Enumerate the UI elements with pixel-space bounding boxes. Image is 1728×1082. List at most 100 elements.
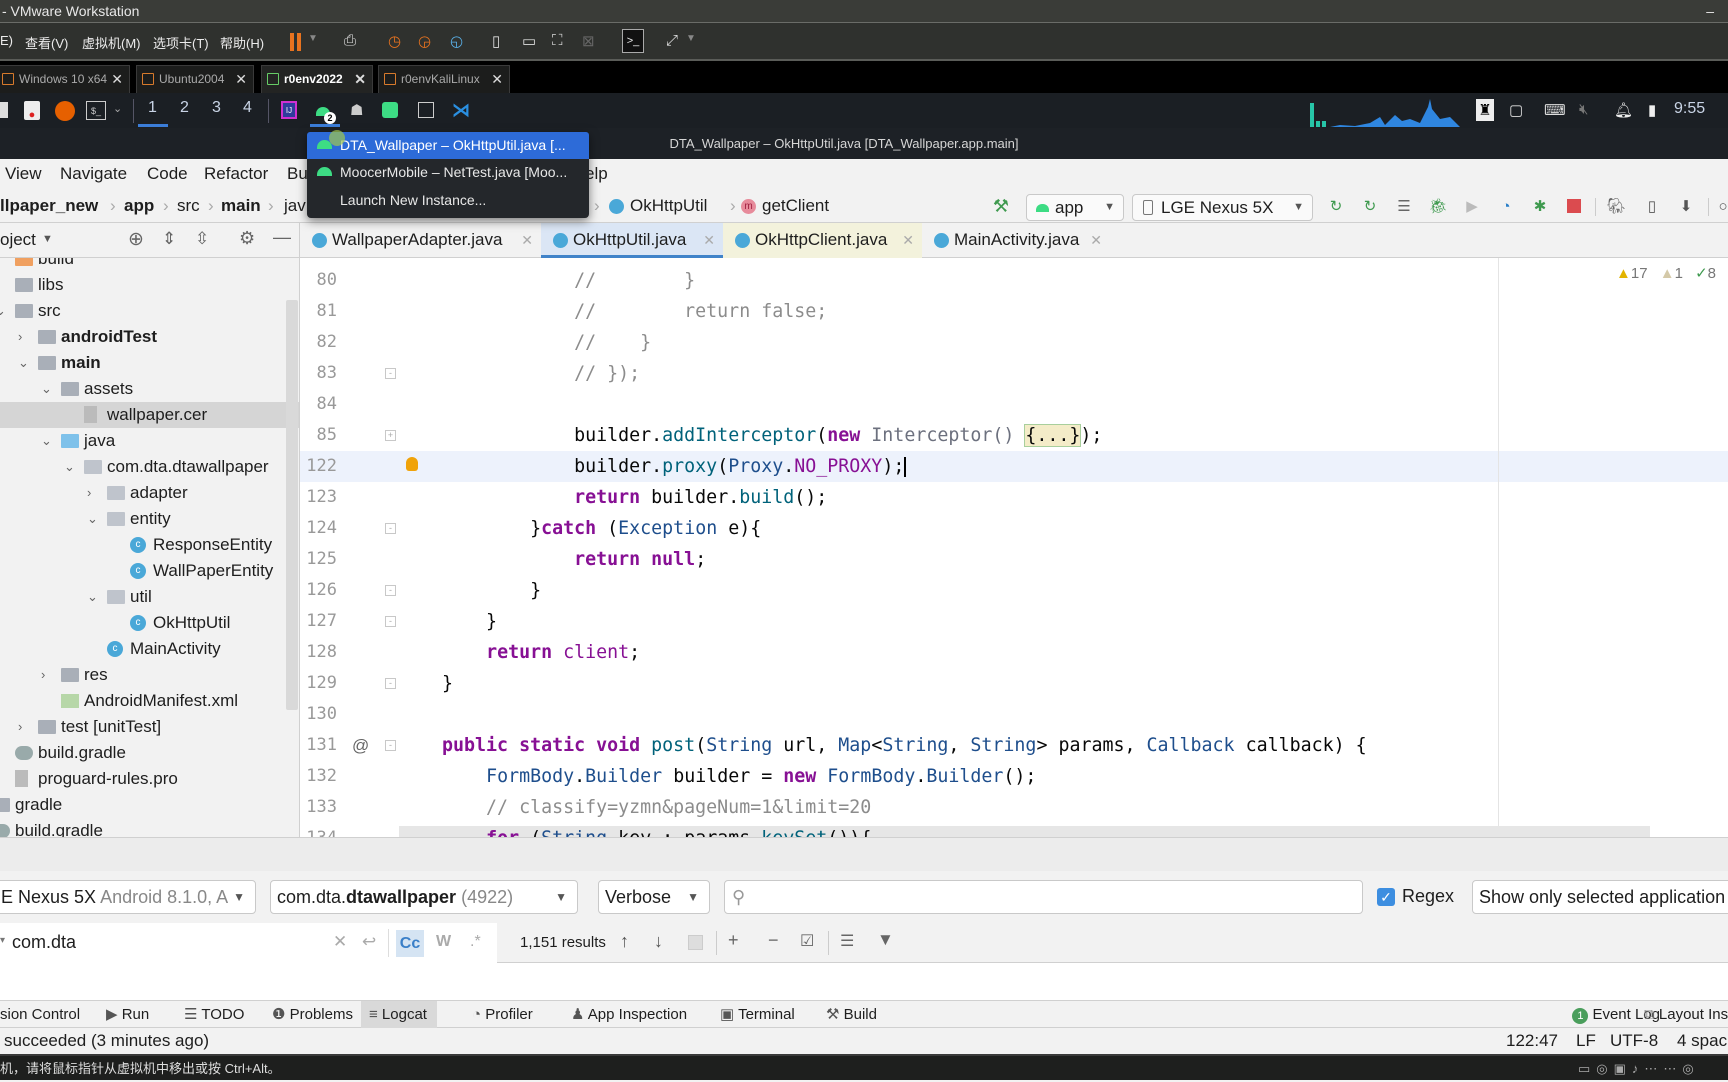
unity-icon[interactable]: ⊠ xyxy=(582,32,595,50)
revert-snapshot-icon[interactable]: ◶ xyxy=(418,32,431,50)
fold-collapse-icon[interactable]: - xyxy=(385,616,396,627)
line-number[interactable]: 84 xyxy=(300,389,337,420)
show-filter-popup-icon[interactable]: ☰ xyxy=(840,931,854,951)
chevron-down-icon[interactable]: ⌄ xyxy=(41,428,52,454)
chevron-down-icon[interactable]: ▼ xyxy=(42,233,53,245)
inspection-widget[interactable]: ▲17 ▲1 ✓8 xyxy=(1616,264,1716,282)
tree-item[interactable]: proguard-rules.pro xyxy=(0,766,299,792)
next-occurrence-icon[interactable]: ↓ xyxy=(654,931,663,952)
vm-tab-ubuntu[interactable]: Ubuntu2004 ✕ xyxy=(136,65,254,93)
chevron-down-icon[interactable]: ⌄ xyxy=(87,506,98,532)
expand-all-icon[interactable]: ⇕ xyxy=(162,229,176,249)
rerun-icon[interactable]: ☰ xyxy=(1395,197,1413,215)
send-keys-icon[interactable]: ⎙ xyxy=(344,32,356,49)
vm-tab-kali[interactable]: r0envKaliLinux ✕ xyxy=(378,65,510,93)
code-line[interactable]: // classify=yzmn&pageNum=1&limit=20 xyxy=(398,792,871,823)
breadcrumb-project[interactable]: llpaper_new xyxy=(0,196,98,216)
clock[interactable]: 9:55 xyxy=(1674,100,1705,118)
notification-bell-icon[interactable]: 🔔︎ xyxy=(1614,101,1633,119)
search-history-icon[interactable]: ▾ xyxy=(0,935,5,946)
tool-window-todo[interactable]: ☰ TODO xyxy=(176,1001,254,1028)
build-hammer-icon[interactable]: ⚒ xyxy=(992,196,1010,216)
vmware-menu-view[interactable]: 查看(V) xyxy=(25,33,68,52)
line-number[interactable]: 133 xyxy=(300,792,337,823)
fold-collapse-icon[interactable]: - xyxy=(385,523,396,534)
line-number[interactable]: 132 xyxy=(300,761,337,792)
chevron-down-icon[interactable]: ⌄ xyxy=(0,298,6,324)
filter-mode-dropdown[interactable]: Show only selected application xyxy=(1472,880,1728,914)
workspace-1[interactable]: 1 xyxy=(148,99,157,117)
apply-code-changes-icon[interactable]: ↻ xyxy=(1361,197,1379,215)
menu-navigate[interactable]: Navigate xyxy=(60,164,127,184)
layout-inspector-button[interactable]: ⧉ Layout Ins xyxy=(1644,1001,1728,1028)
close-icon[interactable]: ✕ xyxy=(235,66,247,92)
tree-item[interactable]: ⌄ java xyxy=(0,428,299,454)
status-message[interactable]: succeeded (3 minutes ago) xyxy=(4,1028,209,1054)
previous-occurrence-icon[interactable]: ↑ xyxy=(620,931,629,952)
code-line[interactable]: // } xyxy=(398,265,695,296)
new-line-icon[interactable]: ↩ xyxy=(362,932,376,952)
chevron-down-icon[interactable]: ⌄ xyxy=(113,102,122,115)
workspace-3[interactable]: 3 xyxy=(212,99,221,117)
close-icon[interactable]: ✕ xyxy=(1090,223,1102,257)
tree-item[interactable]: c ResponseEntity xyxy=(0,532,299,558)
chevron-down-icon[interactable]: ⌄ xyxy=(18,350,29,376)
tree-item[interactable]: wallpaper.cer xyxy=(0,402,299,428)
volume-muted-icon[interactable]: 🔇︎ xyxy=(1579,101,1588,118)
burp-icon[interactable]: ☗ xyxy=(350,101,363,119)
tree-item[interactable]: › res xyxy=(0,662,299,688)
stretch-icon[interactable]: ⤢ xyxy=(666,32,678,49)
project-view-selector[interactable]: oject xyxy=(0,230,36,250)
breadcrumb-java[interactable]: jav xyxy=(284,196,306,216)
code-line[interactable]: builder.proxy(Proxy.NO_PROXY); xyxy=(398,451,907,482)
terminal-window-icon[interactable] xyxy=(418,102,434,118)
terminal-icon[interactable]: $_ xyxy=(86,101,106,120)
line-separator[interactable]: LF xyxy=(1576,1028,1596,1054)
log-level-dropdown[interactable]: Verbose ▼ xyxy=(598,880,710,914)
vmware-menu-edit[interactable]: E) xyxy=(0,33,13,48)
network-icon[interactable]: ▢ xyxy=(1509,101,1523,119)
code-line[interactable]: builder.addInterceptor(new Interceptor()… xyxy=(398,420,1102,451)
tree-item[interactable]: c MainActivity xyxy=(0,636,299,662)
code-line[interactable]: } xyxy=(398,606,497,637)
close-icon[interactable]: ✕ xyxy=(491,66,503,92)
device-manager-icon[interactable]: ▯ xyxy=(1643,197,1661,215)
hide-panel-icon[interactable]: — xyxy=(273,227,291,248)
tree-item[interactable]: ⌄ util xyxy=(0,584,299,610)
sidebar-icon[interactable]: ▯ xyxy=(492,32,500,50)
snapshot-manager-icon[interactable]: ◵ xyxy=(450,32,463,50)
find-field[interactable]: ▾ com.dta ✕ ↩ Cc W .* xyxy=(0,923,497,963)
close-icon[interactable]: ✕ xyxy=(902,223,914,257)
tree-item[interactable]: build.gradle xyxy=(0,818,299,837)
words-toggle[interactable]: W xyxy=(436,933,451,951)
menu-refactor[interactable]: Refactor xyxy=(204,164,268,184)
vmware-menu-tabs[interactable]: 选项卡(T) xyxy=(153,33,209,52)
breadcrumb-class[interactable]: OkHttpUtil xyxy=(630,196,707,216)
line-number[interactable]: 129 xyxy=(300,668,337,699)
code-line[interactable]: return client; xyxy=(398,637,640,668)
tab-okhttputil[interactable]: OkHttpUtil.java ✕ xyxy=(541,223,723,258)
code-line[interactable]: for (String key : params.keySet()){ xyxy=(398,823,871,837)
workspace-2[interactable]: 2 xyxy=(180,99,189,117)
line-number[interactable]: 127 xyxy=(300,606,337,637)
regex-toggle[interactable]: .* xyxy=(470,933,481,951)
thumbnail-icon[interactable]: ▭ xyxy=(522,32,536,50)
chevron-down-icon[interactable]: ▼ xyxy=(308,33,318,44)
match-case-toggle[interactable]: Cc xyxy=(396,930,424,957)
pause-icon[interactable] xyxy=(288,32,302,52)
tab-main-activity[interactable]: MainActivity.java ✕ xyxy=(922,223,1110,258)
regex-checkbox[interactable]: ✓ xyxy=(1377,888,1395,906)
debug-icon[interactable]: 🐞︎ xyxy=(1428,197,1447,215)
chevron-right-icon[interactable]: › xyxy=(87,480,91,506)
tree-item[interactable]: gradle xyxy=(0,792,299,818)
code-line[interactable]: }catch (Exception e){ xyxy=(398,513,761,544)
tab-okhttpclient[interactable]: OkHttpClient.java ✕ xyxy=(723,223,922,258)
vscode-icon[interactable]: ⋊ xyxy=(452,100,470,121)
console-view-icon[interactable]: >_ xyxy=(622,29,644,53)
intellij-icon[interactable]: IJ xyxy=(281,101,297,119)
find-in-window-icon[interactable] xyxy=(688,935,703,950)
popup-item-dta-wallpaper[interactable]: DTA_Wallpaper – OkHttpUtil.java [... xyxy=(307,132,589,159)
fold-collapse-icon[interactable]: - xyxy=(385,740,396,751)
coverage-icon[interactable]: ▶ xyxy=(1463,197,1481,215)
chevron-right-icon[interactable]: › xyxy=(18,324,22,350)
